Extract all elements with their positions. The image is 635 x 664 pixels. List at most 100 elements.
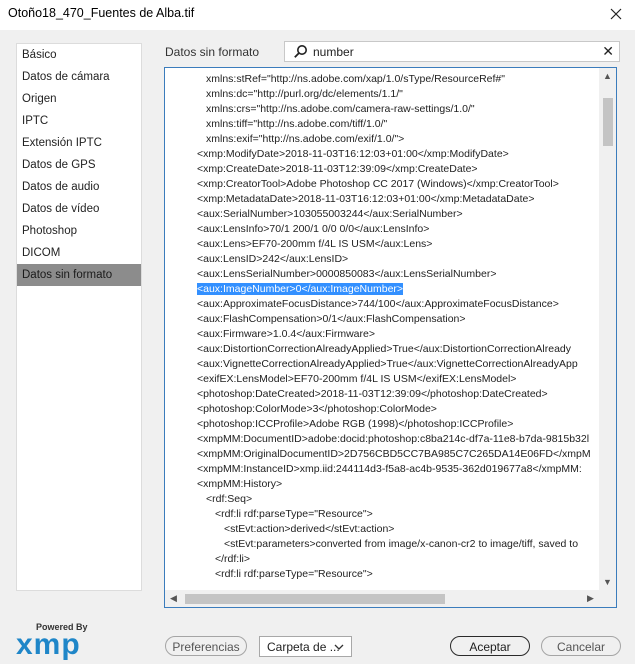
xml-line: <aux:ApproximateFocusDistance>744/100</a… — [197, 297, 559, 312]
xml-line: <xmpMM:History> — [197, 477, 282, 492]
xml-line: <rdf:li rdf:parseType="Resource"> — [215, 507, 373, 522]
close-icon — [610, 8, 622, 20]
clear-search-button[interactable]: ✕ — [602, 42, 614, 61]
sidebar-item[interactable]: DICOM — [17, 242, 141, 264]
xml-line: <rdf:Seq> — [206, 492, 252, 507]
scroll-right-arrow[interactable]: ▶ — [582, 590, 599, 607]
xml-line-text: <aux:ImageNumber>0</aux:ImageNumber> — [197, 283, 404, 295]
scroll-down-arrow[interactable]: ▼ — [599, 574, 616, 591]
xml-line-text: <xmpMM:InstanceID>xmp.iid:244114d3-f5a8-… — [197, 463, 582, 475]
xml-line-text: <exifEX:LensModel>EF70-200mm f/4L IS USM… — [197, 373, 517, 385]
xml-line: <xmpMM:DocumentID>adobe:docid:photoshop:… — [197, 432, 589, 447]
horizontal-scroll-thumb[interactable] — [185, 594, 445, 604]
xml-line-text: <xmp:ModifyDate>2018-11-03T16:12:03+01:0… — [197, 148, 509, 160]
scrollbar-corner — [599, 590, 616, 607]
vertical-scroll-thumb[interactable] — [603, 98, 613, 146]
xml-line: <aux:Firmware>1.0.4</aux:Firmware> — [197, 327, 375, 342]
xml-line: <aux:FlashCompensation>0/1</aux:FlashCom… — [197, 312, 466, 327]
xml-line: <aux:SerialNumber>103055003244</aux:Seri… — [197, 207, 463, 222]
xml-line: xmlns:stRef="http://ns.adobe.com/xap/1.0… — [206, 72, 505, 87]
category-sidebar: Básico Datos de cámara Origen IPTC Extensión… — [16, 43, 142, 591]
xml-line-text: xmlns:exif="http://ns.adobe.com/exif/1.0… — [206, 133, 405, 145]
xml-line: <aux:VignetteCorrectionAlreadyApplied>Tr… — [197, 357, 578, 372]
xml-line: <stEvt:action>derived</stEvt:action> — [224, 522, 394, 537]
xml-text-area[interactable]: xmlns:stRef="http://ns.adobe.com/xap/1.0… — [165, 68, 599, 591]
xml-line-text: <photoshop:DateCreated>2018-11-03T12:39:… — [197, 388, 548, 400]
vertical-scrollbar[interactable]: ▲ ▼ — [599, 68, 616, 591]
sidebar-item[interactable]: Datos sin formato — [17, 264, 141, 286]
xml-line-text: <photoshop:ColorMode>3</photoshop:ColorM… — [197, 403, 437, 415]
xml-line: <stEvt:parameters>converted from image/x… — [224, 537, 578, 552]
xml-line-text: <photoshop:ICCProfile>Adobe RGB (1998)</… — [197, 418, 514, 430]
horizontal-scrollbar[interactable]: ◀ ▶ — [165, 590, 599, 607]
xml-line: xmlns:tiff="http://ns.adobe.com/tiff/1.0… — [206, 117, 387, 132]
xml-line-text: <aux:LensSerialNumber>0000850083</aux:Le… — [197, 268, 497, 280]
sidebar-item[interactable]: Básico — [17, 44, 141, 66]
xml-line: <photoshop:DateCreated>2018-11-03T12:39:… — [197, 387, 548, 402]
xmp-logo: xmp — [16, 628, 81, 661]
sidebar-item[interactable]: Datos de cámara — [17, 66, 141, 88]
xml-line-text: <aux:Lens>EF70-200mm f/4L IS USM</aux:Le… — [197, 238, 433, 250]
folder-dropdown[interactable]: Carpeta de ... — [259, 636, 352, 657]
cancel-button[interactable]: Cancelar — [541, 636, 621, 656]
xml-line: <aux:LensInfo>70/1 200/1 0/0 0/0</aux:Le… — [197, 222, 429, 237]
accept-button[interactable]: Aceptar — [450, 636, 530, 656]
xml-line: <xmpMM:InstanceID>xmp.iid:244114d3-f5a8-… — [197, 462, 582, 477]
xml-line-text: </rdf:li> — [215, 553, 251, 565]
xml-line: xmlns:dc="http://purl.org/dc/elements/1.… — [206, 87, 403, 102]
raw-xml-panel[interactable]: xmlns:stRef="http://ns.adobe.com/xap/1.0… — [164, 67, 617, 608]
sidebar-item[interactable]: Photoshop — [17, 220, 141, 242]
scroll-left-arrow[interactable]: ◀ — [165, 590, 182, 607]
xml-line-text: <xmp:CreatorTool>Adobe Photoshop CC 2017… — [197, 178, 559, 190]
sidebar-item[interactable]: IPTC — [17, 110, 141, 132]
xml-line-text: xmlns:crs="http://ns.adobe.com/camera-ra… — [206, 103, 475, 115]
search-icon — [294, 45, 307, 58]
xml-line-text: xmlns:dc="http://purl.org/dc/elements/1.… — [206, 88, 403, 100]
xml-line: <xmp:MetadataDate>2018-11-03T16:12:03+01… — [197, 192, 535, 207]
xml-line: <xmp:ModifyDate>2018-11-03T16:12:03+01:0… — [197, 147, 509, 162]
sidebar-item[interactable]: Extensión IPTC — [17, 132, 141, 154]
xml-line: </rdf:li> — [215, 552, 250, 567]
xml-line-text: <rdf:li rdf:parseType="Resource"> — [215, 568, 373, 580]
xml-line: <exifEX:LensModel>EF70-200mm f/4L IS USM… — [197, 372, 516, 387]
xml-line-text: <aux:ApproximateFocusDistance>744/100</a… — [197, 298, 559, 310]
folder-dropdown-label: Carpeta de ... — [267, 640, 340, 654]
chevron-down-icon — [334, 644, 344, 650]
xml-line-text: <rdf:Seq> — [206, 493, 253, 505]
xml-line: <aux:LensID>242</aux:LensID> — [197, 252, 348, 267]
xml-line: <aux:LensSerialNumber>0000850083</aux:Le… — [197, 267, 496, 282]
search-input[interactable] — [313, 43, 593, 60]
xml-line-text: <aux:LensID>242</aux:LensID> — [197, 253, 349, 265]
search-box[interactable]: ✕ — [284, 41, 620, 62]
close-window-button[interactable] — [605, 3, 627, 25]
xml-line-text: <aux:DistortionCorrectionAlreadyApplied>… — [197, 343, 572, 355]
xml-line: <xmpMM:OriginalDocumentID>2D756CBD5CC7BA… — [197, 447, 591, 462]
xml-line: <aux:Lens>EF70-200mm f/4L IS USM</aux:Le… — [197, 237, 432, 252]
sidebar-item[interactable]: Datos de vídeo — [17, 198, 141, 220]
xml-line: <xmp:CreateDate>2018-11-03T12:39:09</xmp… — [197, 162, 478, 177]
xml-line-text: <aux:Firmware>1.0.4</aux:Firmware> — [197, 328, 375, 340]
sidebar-item[interactable]: Datos de GPS — [17, 154, 141, 176]
xml-line: <photoshop:ICCProfile>Adobe RGB (1998)</… — [197, 417, 513, 432]
xml-line: <photoshop:ColorMode>3</photoshop:ColorM… — [197, 402, 437, 417]
metadata-dialog: Otoño18_470_Fuentes de Alba.tif Básico Da… — [0, 0, 635, 664]
xml-line-highlighted: <aux:ImageNumber>0</aux:ImageNumber> — [197, 282, 404, 297]
xml-line: <xmp:CreatorTool>Adobe Photoshop CC 2017… — [197, 177, 559, 192]
xml-line-text: xmlns:tiff="http://ns.adobe.com/tiff/1.0… — [206, 118, 388, 130]
scroll-up-arrow[interactable]: ▲ — [599, 68, 616, 85]
section-title: Datos sin formato — [165, 45, 260, 59]
xml-line: <rdf:li rdf:parseType="Resource"> — [215, 567, 373, 582]
xml-line-text: <rdf:li rdf:parseType="Resource"> — [215, 508, 373, 520]
xml-line: <aux:DistortionCorrectionAlreadyApplied>… — [197, 342, 571, 357]
sidebar-item[interactable]: Datos de audio — [17, 176, 141, 198]
xml-line-text: <aux:VignetteCorrectionAlreadyApplied>Tr… — [197, 358, 578, 370]
xml-line-text: <xmpMM:OriginalDocumentID>2D756CBD5CC7BA… — [197, 448, 591, 460]
xml-line-text: <xmpMM:History> — [197, 478, 283, 490]
xml-line-text: <aux:SerialNumber>103055003244</aux:Seri… — [197, 208, 463, 220]
sidebar-item[interactable]: Origen — [17, 88, 141, 110]
xml-line-text: <aux:FlashCompensation>0/1</aux:FlashCom… — [197, 313, 466, 325]
xml-line-text: <xmp:CreateDate>2018-11-03T12:39:09</xmp… — [197, 163, 478, 175]
xml-line: xmlns:crs="http://ns.adobe.com/camera-ra… — [206, 102, 475, 117]
preferences-button[interactable]: Preferencias — [165, 636, 247, 656]
xml-line-text: <xmp:MetadataDate>2018-11-03T16:12:03+01… — [197, 193, 535, 205]
